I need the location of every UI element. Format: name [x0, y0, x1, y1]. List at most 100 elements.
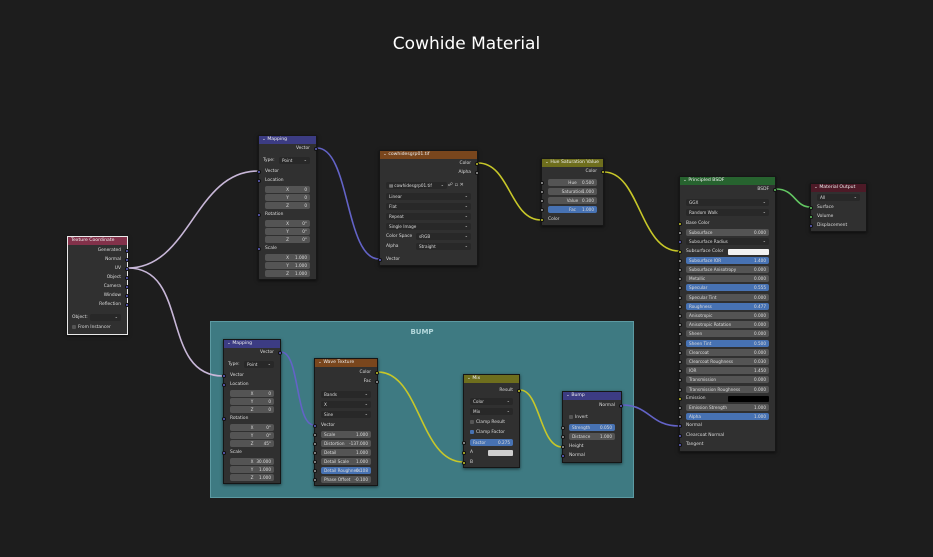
socket-bsdf-out[interactable]	[773, 188, 777, 192]
emission-strength-field[interactable]: Emission Strength 1.000	[686, 404, 769, 411]
socket-sheen[interactable]	[678, 332, 682, 337]
loc-y-field[interactable]: Y0	[230, 398, 274, 405]
from-instancer-row[interactable]: From Instancer	[68, 324, 127, 332]
subsurface-ior-field[interactable]: Subsurface IOR 1.400	[686, 256, 769, 264]
saturation-field[interactable]: Saturation 1.000	[548, 188, 597, 195]
socket-normal-out[interactable]	[619, 404, 623, 408]
socket-normal-in[interactable]	[561, 454, 565, 458]
distribution-dropdown[interactable]: GGX	[686, 198, 769, 206]
socket-color-out[interactable]	[475, 162, 479, 166]
rot-y-field[interactable]: Y 0°	[265, 228, 310, 235]
strength-field[interactable]: Strength 0.050	[569, 424, 615, 431]
node-hue-saturation-value[interactable]: ⌄ Hue Saturation Value Color Hue 0.500 Sa…	[540, 158, 605, 226]
socket-factor[interactable]	[462, 441, 466, 445]
extension-dropdown[interactable]: Repeat	[386, 212, 471, 220]
socket-vector-out[interactable]	[314, 147, 318, 151]
scl-z-field[interactable]: Z 1.000	[265, 270, 310, 277]
ior-field[interactable]: IOR 1.450	[686, 367, 769, 375]
sheen-tint-field[interactable]: Sheen Tint 0.500	[686, 339, 769, 347]
fac-field[interactable]: Fac 1.000	[548, 206, 597, 213]
emission-color-swatch[interactable]	[728, 395, 769, 402]
scl-z-field[interactable]: Z 1.000	[230, 474, 274, 481]
socket-ior[interactable]	[678, 369, 682, 374]
color-a-swatch[interactable]	[488, 450, 513, 456]
socket-surface[interactable]	[809, 206, 813, 210]
socket-sheen-tint[interactable]	[678, 341, 682, 346]
image-buttons[interactable]: ☍ ▫ ✕	[448, 182, 471, 189]
socket-location[interactable]	[257, 179, 261, 183]
socket-detail-roughness[interactable]	[313, 469, 317, 473]
rot-z-field[interactable]: Z 45°	[230, 440, 274, 447]
value-field[interactable]: Value 0.300	[548, 197, 597, 204]
subsurface-color-color-swatch[interactable]	[728, 248, 769, 255]
socket-result-out[interactable]	[517, 389, 521, 393]
socket-subsurface-radius[interactable]	[678, 240, 682, 245]
close-icon[interactable]: ✕	[460, 182, 464, 188]
specular-tint-field[interactable]: Specular Tint 0.000	[686, 293, 769, 301]
socket-anisotropic[interactable]	[678, 314, 682, 318]
socket-specular[interactable]	[678, 286, 682, 291]
hue-field[interactable]: Hue 0.500	[548, 179, 597, 186]
socket-value[interactable]	[540, 199, 544, 203]
rot-y-field[interactable]: Y 0°	[230, 432, 274, 439]
projection-dropdown[interactable]: Flat	[386, 202, 471, 210]
loc-y-field[interactable]: Y0	[265, 194, 310, 201]
socket-emission-strength[interactable]	[678, 406, 682, 410]
node-principled-bsdf[interactable]: ⌄ Principled BSDF BSDF GGX Random Walk B…	[678, 176, 777, 452]
rot-z-field[interactable]: Z 0°	[265, 236, 310, 243]
socket-metallic[interactable]	[678, 277, 682, 282]
socket-uv[interactable]	[125, 267, 129, 271]
type-dropdown[interactable]: Point	[279, 156, 310, 164]
socket-b[interactable]	[462, 461, 466, 465]
socket-distance[interactable]	[561, 435, 565, 439]
socket-subsurface-anisotropy[interactable]	[678, 268, 682, 272]
distance-field[interactable]: Distance 1.000	[569, 433, 615, 440]
scl-y-field[interactable]: Y 1.000	[230, 466, 274, 473]
clamp-factor-checkbox[interactable]	[470, 429, 474, 434]
metallic-field[interactable]: Metallic 0.000	[686, 275, 769, 283]
node-image-texture[interactable]: ⌄ cowhidesgrp01.tif Color Alpha ▤ cowhid…	[378, 150, 479, 266]
clamp-result-checkbox[interactable]	[470, 419, 474, 424]
node-material-output[interactable]: ⌄ Material Output All Surface Volume Dis…	[809, 183, 867, 232]
socket-detail[interactable]	[313, 451, 317, 455]
socket-object[interactable]	[125, 276, 129, 280]
socket-transmission-roughness[interactable]	[678, 387, 682, 392]
rot-x-field[interactable]: X 0°	[230, 424, 274, 431]
image-selector[interactable]: ▤ cowhidesgrp01.tif	[386, 181, 447, 189]
colorspace-dropdown[interactable]: sRGB	[416, 232, 471, 240]
socket-vector-in[interactable]	[257, 170, 261, 174]
scl-y-field[interactable]: Y 1.000	[265, 262, 310, 269]
socket-detail-scale[interactable]	[313, 460, 317, 464]
rot-x-field[interactable]: X 0°	[265, 220, 310, 227]
node-mix[interactable]: ⌄ Mix Result Color Mix Clamp Result Clam…	[462, 374, 521, 468]
socket-height[interactable]	[561, 445, 565, 449]
socket-location[interactable]	[222, 383, 226, 387]
socket-color-in[interactable]	[540, 218, 544, 222]
clamp-result-row[interactable]: Clamp Result	[464, 419, 519, 427]
socket-subsurface-ior[interactable]	[678, 258, 682, 263]
alpha-mode-dropdown[interactable]: Straight	[416, 242, 471, 250]
type-dropdown[interactable]: Point	[244, 360, 274, 368]
socket-alpha-out[interactable]	[475, 171, 479, 175]
subsurface-radius-field[interactable]: Subsurface Radius	[686, 237, 769, 246]
socket-rotation[interactable]	[222, 417, 226, 421]
socket-vector-in[interactable]	[378, 258, 382, 262]
socket-specular-tint[interactable]	[678, 295, 682, 300]
socket-clearcoat-roughness[interactable]	[678, 360, 682, 364]
socket-subsurface[interactable]	[678, 231, 682, 236]
detail-scale-field[interactable]: Detail Scale 1.000	[321, 458, 371, 465]
checkbox[interactable]	[72, 324, 76, 329]
socket-distortion[interactable]	[313, 442, 317, 446]
loc-z-field[interactable]: Z0	[265, 202, 310, 209]
anisotropic-field[interactable]: Anisotropic 0.000	[686, 312, 769, 319]
socket-vector-out[interactable]	[278, 351, 282, 355]
socket-vector-in[interactable]	[222, 374, 226, 378]
socket-rotation[interactable]	[257, 213, 261, 217]
socket-volume[interactable]	[809, 215, 813, 219]
fake-user-icon[interactable]: ☍	[448, 182, 453, 188]
transmission-field[interactable]: Transmission 0.000	[686, 376, 769, 384]
scl-x-field[interactable]: X 1.000	[265, 254, 310, 261]
node-wave-texture[interactable]: ⌄ Wave Texture Color Fac Bands X Sine Ve…	[313, 358, 379, 486]
socket-fac-out[interactable]	[375, 380, 379, 384]
subsurface-method-dropdown[interactable]: Random Walk	[686, 208, 769, 216]
